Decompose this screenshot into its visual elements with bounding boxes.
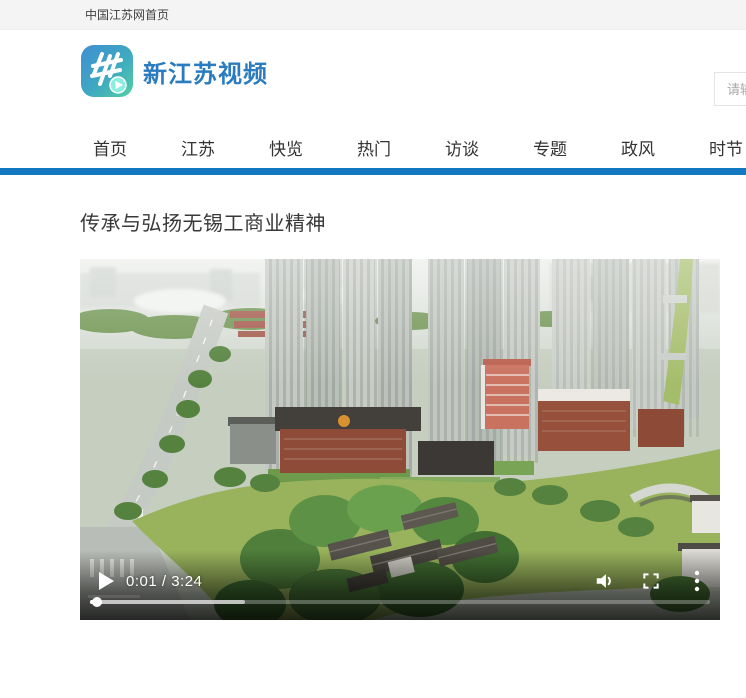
volume-icon[interactable] — [594, 570, 616, 592]
nav-item-interview[interactable]: 访谈 — [445, 135, 479, 160]
brand[interactable]: 新江苏视频 — [80, 44, 268, 98]
brand-logo-icon — [80, 44, 134, 98]
progress-buffered — [90, 600, 245, 604]
video-title: 传承与弘扬无锡工商业精神 — [80, 207, 746, 236]
video-player[interactable]: 0:01 / 3:24 — [80, 259, 720, 620]
search-input[interactable] — [714, 72, 746, 106]
main-content: 传承与弘扬无锡工商业精神 — [0, 207, 746, 620]
play-icon[interactable] — [98, 572, 114, 590]
nav-item-hot[interactable]: 热门 — [357, 135, 391, 160]
nav-item-jiangsu[interactable]: 江苏 — [181, 135, 215, 160]
nav-item-quick-view[interactable]: 快览 — [269, 135, 303, 160]
site-header: 新江苏视频 首页 江苏 快览 热门 访谈 专题 政风 时节 — [0, 30, 746, 168]
nav-item-special[interactable]: 专题 — [533, 135, 567, 160]
nav-item-gov-style[interactable]: 政风 — [621, 135, 655, 160]
topbar: 中国江苏网首页 — [0, 0, 746, 30]
nav-item-season[interactable]: 时节 — [709, 135, 743, 160]
fullscreen-icon[interactable] — [640, 570, 662, 592]
controls-bar: 0:01 / 3:24 — [80, 568, 720, 594]
nav-accent-bar — [0, 168, 746, 175]
time-display: 0:01 / 3:24 — [126, 573, 202, 590]
brand-title: 新江苏视频 — [143, 54, 268, 89]
topbar-home-link[interactable]: 中国江苏网首页 — [85, 6, 169, 23]
progress-playhead[interactable] — [92, 597, 102, 607]
page: 中国江苏网首页 — [0, 0, 746, 698]
main-nav: 首页 江苏 快览 热门 访谈 专题 政风 时节 — [80, 135, 743, 160]
progress-bar[interactable] — [90, 600, 710, 604]
nav-item-home[interactable]: 首页 — [93, 135, 127, 160]
more-options-icon[interactable] — [686, 570, 708, 592]
